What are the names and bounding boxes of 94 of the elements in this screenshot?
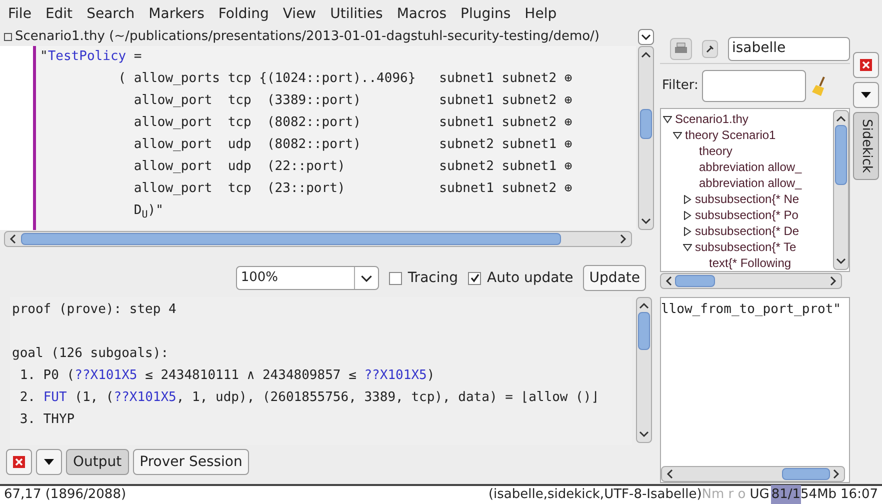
code-line: "TestPolicy =: [40, 48, 142, 66]
horizontal-scrollbar[interactable]: [660, 273, 842, 289]
sidekick-tab[interactable]: Sidekick: [853, 112, 879, 180]
preview-text: llow_from_to_port_prot": [661, 301, 842, 319]
menu-item[interactable]: View: [282, 4, 316, 24]
scroll-left-icon[interactable]: [666, 469, 674, 479]
code-line: D$_{U}$)": [132, 202, 164, 222]
output-line: proof (prove): step 4: [12, 301, 176, 319]
menu-item[interactable]: Help: [524, 4, 557, 24]
options-button[interactable]: [702, 40, 718, 58]
scrollbar-thumb[interactable]: [782, 468, 830, 480]
menu-item[interactable]: Utilities: [330, 4, 383, 24]
clock: 16:07: [840, 486, 879, 504]
scroll-right-icon[interactable]: [619, 234, 627, 244]
close-button[interactable]: [6, 449, 32, 475]
scrollbar-thumb[interactable]: [675, 275, 715, 287]
checkbox[interactable]: [388, 272, 402, 284]
buffer-dropdown-button[interactable]: [638, 29, 654, 45]
dock-tab[interactable]: Prover Session: [132, 449, 250, 475]
vertical-scrollbar[interactable]: [638, 46, 654, 230]
menu-item[interactable]: File: [8, 4, 32, 24]
vertical-scrollbar[interactable]: [636, 297, 652, 443]
scroll-down-icon[interactable]: [836, 257, 846, 265]
checkmark-icon: [470, 273, 480, 283]
text-area[interactable]: [0, 46, 636, 230]
vertical-scrollbar[interactable]: [833, 110, 849, 270]
horizontal-scrollbar[interactable]: [661, 466, 845, 482]
code-line: allow_port tcp (8082::port) subnet1 subnet2 ⊕: [132, 114, 572, 132]
menu-item[interactable]: Edit: [45, 4, 73, 24]
output-line: goal (126 subgoals):: [12, 345, 169, 363]
status-flags: Nm r o: [702, 486, 746, 504]
tree-item[interactable]: theory Scenario1: [685, 126, 776, 144]
scroll-down-icon[interactable]: [641, 217, 651, 225]
menu-item[interactable]: Search: [86, 4, 135, 24]
menu-item[interactable]: Macros: [396, 4, 447, 24]
scroll-up-icon[interactable]: [836, 115, 846, 123]
checkbox-label: Tracing: [408, 268, 458, 288]
buffer-title[interactable]: Scenario1.thy (~/publications/presentations/2013-01-01-dagstuhl-security-testing/demo/): [15, 27, 600, 47]
scrollbar-thumb[interactable]: [638, 312, 650, 350]
scroll-right-icon[interactable]: [832, 469, 840, 479]
parser-combobox[interactable]: isabelle: [728, 36, 850, 60]
menu-item[interactable]: Markers: [148, 4, 204, 24]
encoding-flags: UG: [748, 486, 770, 504]
tree-item[interactable]: subsubsection{* Ne: [695, 190, 800, 208]
scroll-up-icon[interactable]: [639, 302, 649, 310]
scroll-up-icon[interactable]: [641, 51, 651, 59]
tree-item[interactable]: abbreviation allow_: [699, 158, 802, 176]
tree-item[interactable]: subsubsection{* Po: [695, 206, 798, 224]
update-button[interactable]: Update: [583, 265, 646, 291]
menu-dropdown-button[interactable]: [36, 449, 62, 475]
code-line: ( allow_ports tcp {(1024::port)..4096} subnet1 subnet2 ⊕: [117, 70, 572, 88]
buffer-status-icon: [4, 33, 12, 41]
scroll-left-icon[interactable]: [665, 276, 673, 286]
memory-indicator: 81/154Mb: [771, 485, 837, 504]
dock-tab[interactable]: Output: [66, 449, 129, 475]
scroll-down-icon[interactable]: [639, 430, 649, 438]
output-line: 1. P0 (??X101X5 ≤ 2434810111 ∧ 2434809857 ≤ ??X101X5): [18, 367, 435, 385]
code-line: allow_port udp (8082::port) subnet2 subnet1 ⊕: [132, 136, 572, 154]
output-line: 2. FUT (1, (??X101X5, 1, udp), (2601855756, 3389, tcp), data) = ⌊allow ()⌋: [18, 389, 600, 407]
zoom-combobox[interactable]: 100%: [236, 266, 379, 290]
tree-item[interactable]: subsubsection{* Te: [695, 238, 796, 256]
filter-field[interactable]: [702, 70, 806, 102]
close-icon: [13, 456, 25, 468]
code-line: allow_port tcp (23::port) subnet1 subnet2 ⊕: [132, 180, 572, 198]
tree-item[interactable]: abbreviation allow_: [699, 174, 802, 192]
horizontal-scrollbar[interactable]: [4, 231, 632, 247]
close-button[interactable]: [853, 52, 879, 78]
close-icon: [860, 59, 872, 71]
menu-item[interactable]: Folding: [218, 4, 269, 24]
tree-item[interactable]: Scenario1.thy: [675, 110, 748, 128]
tree-item[interactable]: text{* Following: [709, 254, 792, 271]
caret-position: 67,17 (1896/2088): [3, 486, 126, 504]
tree-item[interactable]: theory: [699, 142, 732, 160]
buffer-mode: (isabelle,sidekick,UTF-8-Isabelle): [488, 486, 702, 504]
scrollbar-thumb[interactable]: [21, 233, 561, 245]
caret-icon: [44, 459, 54, 465]
code-line: allow_port udp (22::port) subnet2 subnet1 ⊕: [132, 158, 572, 176]
checkbox[interactable]: [468, 272, 481, 284]
menu-dropdown-button[interactable]: [853, 82, 879, 108]
output-line: 3. THYP: [18, 411, 75, 429]
scroll-left-icon[interactable]: [9, 234, 17, 244]
scroll-right-icon[interactable]: [829, 276, 837, 286]
filter-label: Filter:: [662, 77, 698, 96]
printer-icon: [674, 42, 688, 56]
code-line: allow_port tcp (3389::port) subnet1 subnet2 ⊕: [132, 92, 572, 110]
chevron-down-icon: [641, 34, 651, 40]
scrollbar-thumb[interactable]: [640, 109, 652, 139]
scrollbar-thumb[interactable]: [835, 125, 847, 185]
expanded-triangle-icon[interactable]: [683, 242, 692, 252]
parse-button[interactable]: [670, 38, 692, 60]
menu-item[interactable]: Plugins: [460, 4, 511, 24]
tree-item[interactable]: subsubsection{* De: [695, 222, 800, 240]
checkbox-label: Auto update: [487, 268, 574, 288]
caret-icon: [861, 92, 871, 98]
